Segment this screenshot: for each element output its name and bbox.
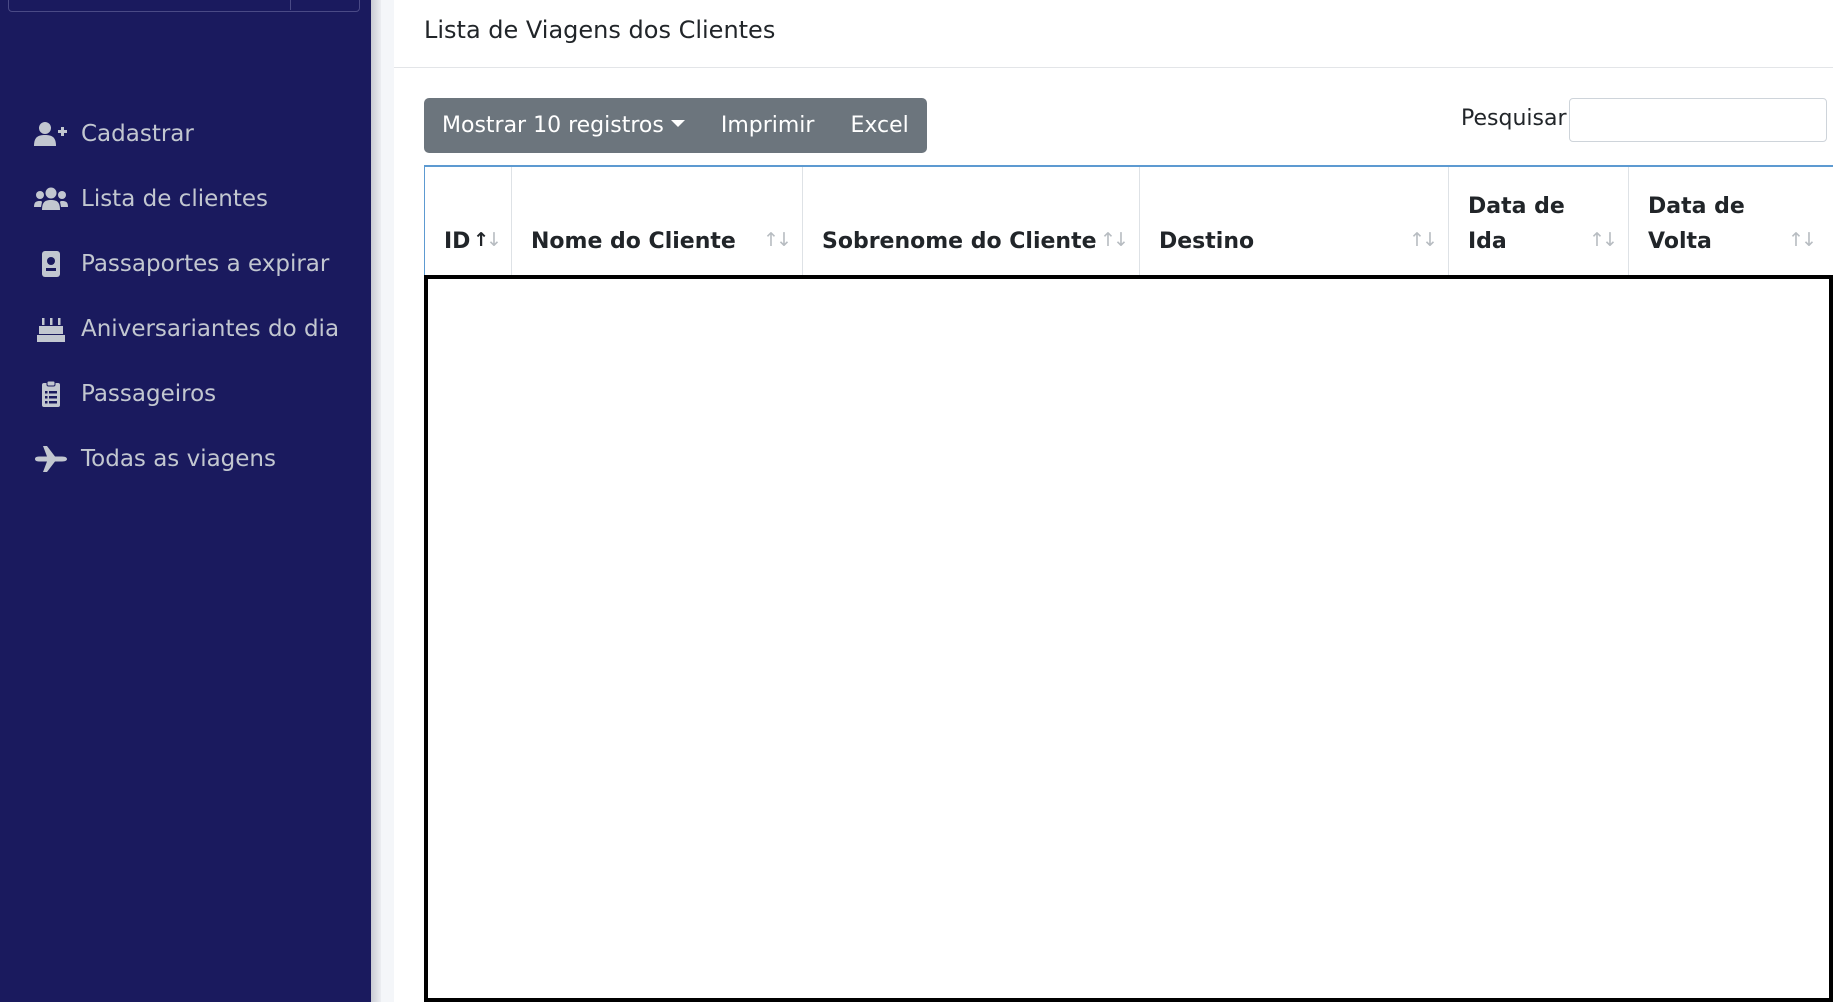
table-header: ID ↑↓ Nome do Cliente ↑↓ Sobrenome do Cl… [424,165,1833,277]
sidebar-item-label: Passageiros [81,380,217,407]
sort-icon: ↑↓ [1100,229,1129,251]
column-header-sobrenome[interactable]: Sobrenome do Cliente ↑↓ [802,167,1139,277]
sidebar-item-lista-de-clientes[interactable]: Lista de clientes [0,166,371,231]
column-header-label: ID [444,229,471,254]
sidebar-item-label: Aniversariantes do dia [81,315,340,342]
sidebar-item-passageiros[interactable]: Passageiros [0,361,371,426]
sort-icon: ↑↓ [1788,229,1817,251]
table-body [424,275,1833,1002]
show-records-dropdown[interactable]: Mostrar 10 registros [424,98,703,153]
birthday-cake-icon [34,315,68,343]
sidebar-item-passaportes[interactable]: Passaportes a expirar [0,231,371,296]
page-title: Lista de Viagens dos Clientes [424,16,776,44]
export-button-group: Mostrar 10 registros Imprimir Excel [424,98,927,153]
column-header-data-de-ida[interactable]: Data de Ida ↑↓ [1448,167,1628,277]
search-input[interactable] [1569,98,1827,142]
column-header-label: Destino [1159,229,1255,254]
sidebar-item-label: Todas as viagens [81,445,276,472]
card-header: Lista de Viagens dos Clientes [394,0,1833,68]
sidebar: Cadastrar Lista de clientes Passaportes … [0,0,371,1002]
trips-card: Lista de Viagens dos Clientes Mostrar 10… [394,0,1833,1002]
sidebar-item-todas-as-viagens[interactable]: Todas as viagens [0,426,371,491]
column-header-data-de-volta[interactable]: Data de Volta ↑↓ [1628,167,1827,277]
users-icon [34,185,68,213]
caret-down-icon [670,120,685,127]
column-header-destino[interactable]: Destino ↑↓ [1139,167,1448,277]
column-header-label: Data de Volta [1648,194,1745,254]
excel-button[interactable]: Excel [832,98,926,153]
plane-icon [34,445,68,473]
sort-icon: ↑↓ [473,229,502,251]
trips-table: ID ↑↓ Nome do Cliente ↑↓ Sobrenome do Cl… [424,165,1833,1002]
column-header-label: Data de Ida [1468,194,1565,254]
sidebar-shadow [371,0,381,1002]
sidebar-item-aniversariantes[interactable]: Aniversariantes do dia [0,296,371,361]
sidebar-search-button[interactable] [290,0,359,10]
sidebar-item-label: Lista de clientes [81,185,268,212]
column-header-label: Nome do Cliente [531,229,736,254]
sidebar-nav: Cadastrar Lista de clientes Passaportes … [0,101,371,491]
clipboard-list-icon [34,380,68,408]
sidebar-item-label: Passaportes a expirar [81,250,330,277]
sidebar-item-cadastrar[interactable]: Cadastrar [0,101,371,166]
column-header-nome[interactable]: Nome do Cliente ↑↓ [511,167,802,277]
print-button[interactable]: Imprimir [703,98,833,153]
sidebar-item-label: Cadastrar [81,120,194,147]
sort-icon: ↑↓ [763,229,792,251]
column-header-label: Sobrenome do Cliente [822,229,1097,254]
search-label: Pesquisar [1461,106,1567,131]
sort-icon: ↑↓ [1589,229,1618,251]
sort-icon: ↑↓ [1409,229,1438,251]
passport-icon [34,250,68,278]
user-plus-icon [34,120,68,148]
column-header-id[interactable]: ID ↑↓ [424,167,511,277]
show-records-label: Mostrar 10 registros [442,113,664,138]
